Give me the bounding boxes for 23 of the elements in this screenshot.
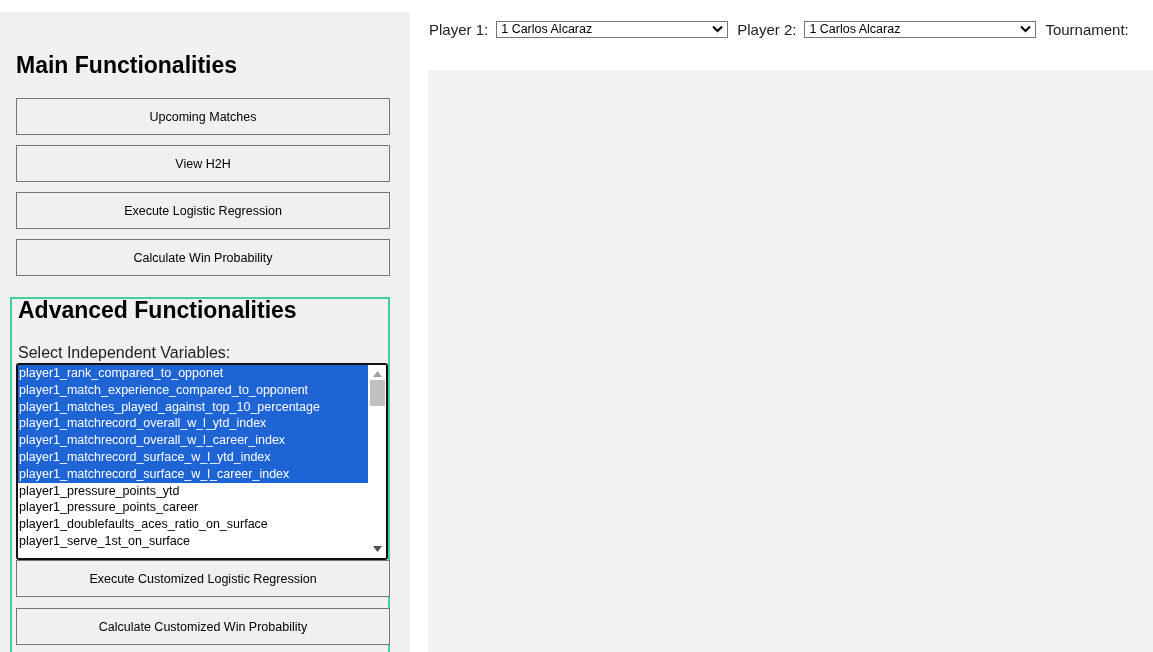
variables-listbox[interactable] — [16, 363, 388, 560]
field-label: Select Independent Variables: — [18, 344, 231, 362]
player-select[interactable]: 1 Carlos Alcaraz — [804, 20, 1037, 38]
action-button[interactable]: View H2H — [16, 145, 390, 182]
action-button[interactable]: Execute Logistic Regression — [16, 192, 390, 229]
field-label: Player 1: — [429, 20, 489, 38]
list-option[interactable]: player1_matchrecord_overall_w_l_ytd_index — [18, 415, 368, 433]
section-title: Advanced Functionalities — [18, 297, 297, 324]
section-title: Main Functionalities — [16, 52, 238, 79]
list-option[interactable]: player1_rank_compared_to_opponet — [18, 365, 368, 382]
field-label: Tournament: — [1045, 20, 1129, 38]
scroll-down-icon[interactable] — [372, 546, 382, 552]
field-label: Player 2: — [737, 20, 797, 38]
player-select[interactable]: 1 Carlos Alcaraz — [496, 20, 729, 38]
action-button[interactable]: Calculate Customized Win Probability — [16, 608, 390, 645]
chevron-down-icon — [712, 25, 724, 33]
action-button[interactable]: Calculate Win Probability — [16, 239, 390, 276]
scrollbar-thumb[interactable] — [369, 380, 385, 406]
action-button[interactable]: Execute Customized Logistic Regression — [16, 560, 390, 597]
chevron-down-icon — [1020, 25, 1032, 33]
scroll-up-icon[interactable] — [372, 371, 382, 377]
list-option[interactable]: player1_matchrecord_overall_w_l_career_index — [18, 432, 368, 449]
action-button[interactable]: Upcoming Matches — [16, 98, 390, 135]
